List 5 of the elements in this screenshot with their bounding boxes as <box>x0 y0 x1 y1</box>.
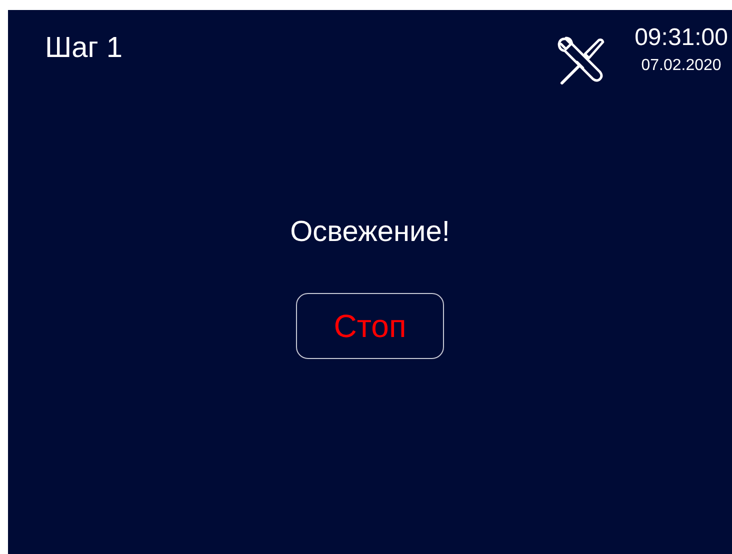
clock-time: 09:31:00 <box>634 24 728 52</box>
stop-button[interactable]: Стоп <box>296 293 444 359</box>
status-message: Освежение! <box>290 216 450 249</box>
clock-date: 07.02.2020 <box>641 57 722 75</box>
step-title: Шаг 1 <box>45 32 124 65</box>
